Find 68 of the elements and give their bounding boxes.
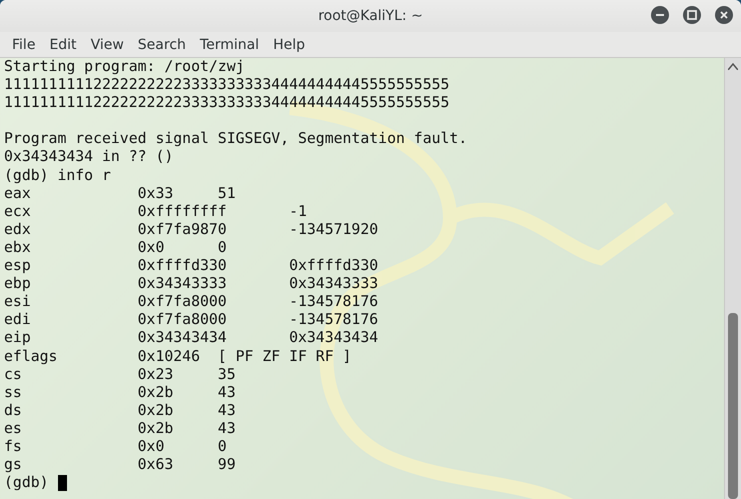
- terminal-line: Starting program: /root/zwj: [4, 58, 245, 76]
- register-value: -134578176: [289, 293, 378, 312]
- register-hex: 0xf7fa8000: [138, 293, 228, 312]
- register-hex: 0x0: [138, 238, 166, 258]
- register-value: -1: [289, 202, 307, 221]
- register-value: 99: [218, 456, 236, 474]
- register-name: ebx: [4, 238, 32, 258]
- register-name: edi: [4, 311, 32, 330]
- scroll-up-icon[interactable]: [728, 62, 738, 70]
- register-name: ecx: [4, 202, 32, 221]
- register-hex: 0x33: [138, 184, 174, 203]
- menu-item[interactable]: File: [5, 36, 42, 52]
- menu-item[interactable]: Search: [130, 36, 193, 52]
- register-value: 0x34343333: [289, 275, 378, 294]
- register-hex: 0xffffd330: [138, 257, 228, 276]
- register-hex: 0x2b: [138, 402, 174, 420]
- prompt-text: (gdb): [4, 474, 49, 492]
- terminal-line: 11111111112222222222333333333344444444445555555555: [4, 94, 450, 112]
- register-name: ebp: [4, 275, 32, 294]
- register-name: eax: [4, 184, 32, 203]
- register-value: 51: [218, 184, 236, 203]
- register-hex: 0x2b: [138, 384, 174, 402]
- register-hex: 0xf7fa8000: [138, 311, 228, 330]
- register-hex: 0x2b: [138, 420, 174, 438]
- register-name: fs: [4, 438, 23, 456]
- register-hex: 0x0: [138, 438, 166, 456]
- register-name: esi: [4, 293, 32, 312]
- register-value: 43: [218, 402, 236, 420]
- menu-item[interactable]: Terminal: [192, 36, 266, 52]
- register-hex: 0xf7fa9870: [138, 220, 228, 239]
- register-value: -134571920: [289, 220, 378, 239]
- register-name: gs: [4, 456, 23, 474]
- cursor: [58, 475, 67, 492]
- menu-item[interactable]: Edit: [42, 36, 84, 52]
- register-hex: 0x34343333: [138, 275, 228, 294]
- register-value: [ PF ZF IF RF ]: [218, 348, 352, 366]
- register-name: eip: [4, 329, 32, 348]
- register-hex: 0x10246: [138, 348, 201, 366]
- close-icon[interactable]: [715, 6, 733, 24]
- register-hex: 0x63: [138, 456, 174, 474]
- register-value: -134578176: [289, 311, 378, 330]
- menu-item[interactable]: View: [84, 36, 131, 52]
- register-name: edx: [4, 220, 32, 239]
- terminal-line: 0x34343434 in ?? (): [4, 148, 174, 167]
- terminal-line: (gdb) info r: [4, 166, 111, 185]
- register-name: es: [4, 420, 23, 438]
- terminal-line: 11111111112222222222333333333344444444445555555555: [4, 76, 450, 94]
- register-value: 0: [218, 438, 227, 456]
- maximize-icon[interactable]: [683, 6, 701, 24]
- window-title: root@KaliYL: ~: [318, 8, 423, 24]
- register-value: 43: [218, 384, 236, 402]
- register-value: 43: [218, 420, 236, 438]
- scrollbar-thumb[interactable]: [728, 313, 738, 499]
- register-name: esp: [4, 257, 32, 276]
- register-value: 0xffffd330: [289, 257, 378, 276]
- register-name: eflags: [4, 348, 58, 366]
- register-hex: 0xffffffff: [138, 202, 228, 221]
- menu-item[interactable]: Help: [266, 36, 312, 52]
- register-value: 0: [218, 238, 227, 258]
- register-value: 35: [218, 366, 236, 384]
- register-hex: 0x34343434: [138, 329, 228, 348]
- register-name: ss: [4, 384, 23, 402]
- register-name: ds: [4, 402, 23, 420]
- minimize-icon[interactable]: [651, 6, 669, 24]
- register-hex: 0x23: [138, 366, 174, 384]
- terminal-line: Program received signal SIGSEGV, Segmentation fault.: [4, 130, 468, 148]
- register-value: 0x34343434: [289, 329, 378, 348]
- register-name: cs: [4, 366, 23, 384]
